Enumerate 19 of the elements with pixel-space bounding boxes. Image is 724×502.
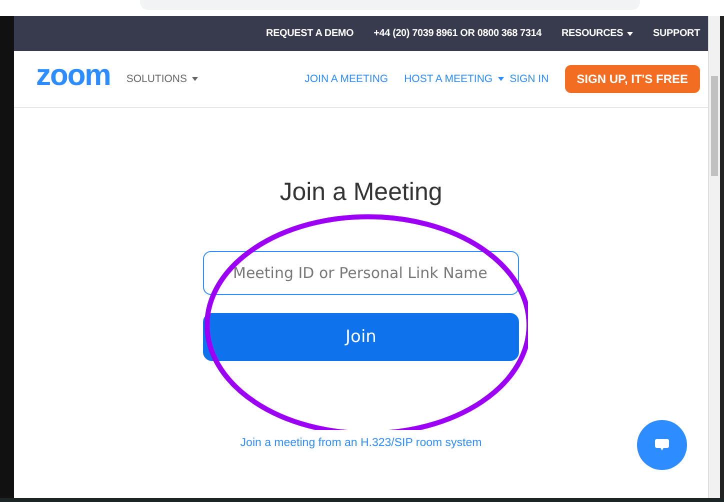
nav-link[interactable]: HOST A MEETING	[404, 73, 504, 85]
nav-link[interactable]: SIGN IN	[510, 73, 549, 85]
scrollbar-thumb[interactable]	[711, 76, 718, 176]
solutions-menu[interactable]: SOLUTIONS	[126, 73, 198, 85]
room-system-link[interactable]: Join a meeting from an H.323/SIP room system	[240, 437, 482, 449]
top-bar-link[interactable]: +44 (20) 7039 8961 OR 0800 368 7314	[374, 28, 542, 39]
page-title: Join a Meeting	[280, 178, 442, 207]
top-bar-link[interactable]: RESOURCES	[562, 28, 634, 39]
logo[interactable]: zoom	[36, 61, 110, 91]
caret-icon	[627, 32, 634, 36]
sign-up-button[interactable]: SIGN UP, IT'S FREE	[564, 65, 700, 93]
top-bar-link[interactable]: SUPPORT	[653, 28, 700, 39]
caret-icon	[192, 77, 198, 81]
top-bar-link[interactable]: REQUEST A DEMO	[266, 28, 354, 39]
nav-link[interactable]: JOIN A MEETING	[304, 73, 388, 85]
meeting-id-field[interactable]: Meeting ID or Personal Link Name	[203, 251, 519, 295]
chat-icon	[654, 437, 670, 453]
chat-button[interactable]	[637, 420, 687, 470]
join-button[interactable]: Join	[203, 313, 519, 361]
